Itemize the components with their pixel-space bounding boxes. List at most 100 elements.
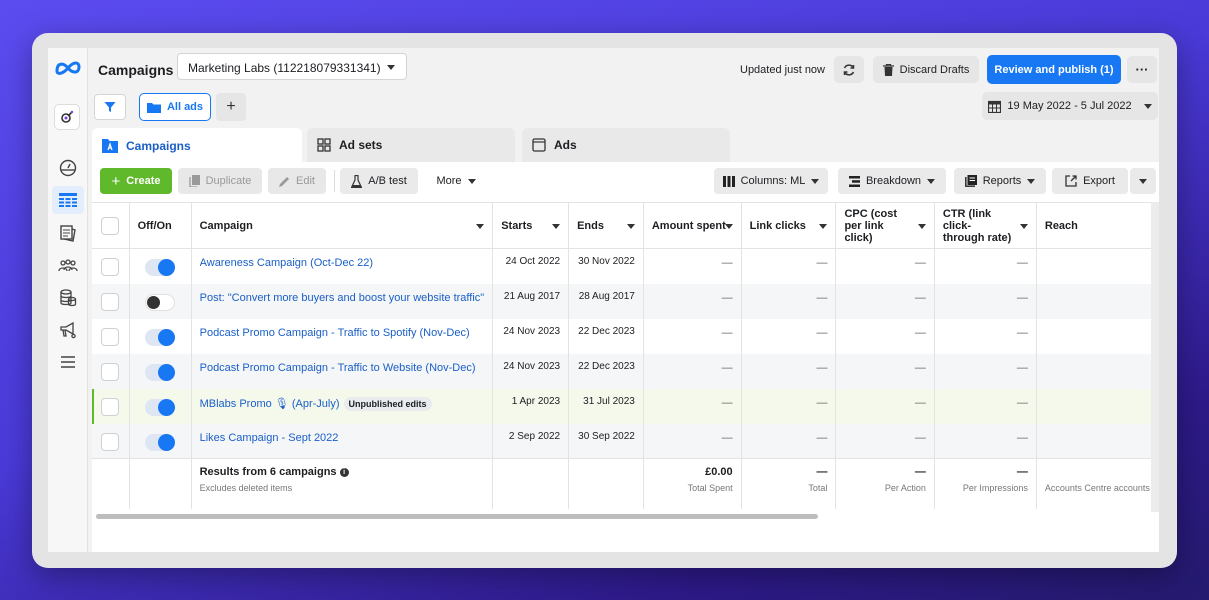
campaign-toggle[interactable] xyxy=(145,363,176,381)
reports-label: Reports xyxy=(982,175,1022,187)
table-row[interactable]: Awareness Campaign (Oct-Dec 22) 24 Oct 20… xyxy=(92,248,1159,284)
meta-logo-icon[interactable] xyxy=(54,58,82,78)
table-row[interactable]: Podcast Promo Campaign - Traffic to Spot… xyxy=(92,318,1159,354)
row-checkbox[interactable] xyxy=(101,327,120,346)
campaign-name-link[interactable]: Likes Campaign - Sept 2022 xyxy=(200,432,485,444)
account-selector[interactable]: Marketing Labs (112218079331341) xyxy=(177,53,407,80)
row-checkbox[interactable] xyxy=(101,292,120,311)
sort-caret-icon[interactable] xyxy=(917,224,926,229)
filter-button[interactable] xyxy=(94,94,126,120)
campaign-cell: MBlabs Promo 🎙 (Apr-July) Unpublished edi… xyxy=(191,388,494,424)
column-header-cpc[interactable]: CPC (cost per link click) xyxy=(835,202,935,249)
horizontal-scrollbar[interactable] xyxy=(96,514,818,519)
columns-dropdown[interactable]: Columns: ML xyxy=(714,168,828,194)
toggle-cell xyxy=(129,248,192,284)
tab-campaigns[interactable]: Campaigns xyxy=(92,128,302,164)
menu-hamburger-icon[interactable] xyxy=(56,350,80,374)
breakdown-dropdown[interactable]: Breakdown xyxy=(838,168,946,194)
campaigns-table-icon[interactable] xyxy=(52,186,84,214)
filter-icon xyxy=(104,102,116,112)
dashboard-gauge-icon[interactable] xyxy=(56,156,80,180)
more-dropdown[interactable]: More xyxy=(426,168,486,194)
reports-dropdown[interactable]: Reports xyxy=(954,168,1046,194)
megaphone-icon[interactable] xyxy=(56,318,80,342)
all-ads-button[interactable]: All ads xyxy=(139,93,211,121)
export-button[interactable]: Export xyxy=(1052,168,1128,194)
row-checkbox[interactable] xyxy=(101,258,120,276)
row-checkbox[interactable] xyxy=(101,432,120,451)
all-ads-label: All ads xyxy=(166,101,204,113)
info-icon[interactable]: i xyxy=(339,467,349,477)
campaign-name-link[interactable]: Podcast Promo Campaign - Traffic to Webs… xyxy=(200,362,485,374)
campaign-name-link[interactable]: Podcast Promo Campaign - Traffic to Spot… xyxy=(200,327,485,339)
ctr-cell: — xyxy=(934,388,1037,424)
column-header-link-clicks[interactable]: Link clicks xyxy=(741,202,837,249)
link-clicks-cell: — xyxy=(741,248,837,284)
campaigns-table: Off/On Campaign Starts Ends Amount spent… xyxy=(92,202,1159,509)
campaign-toggle[interactable] xyxy=(145,259,176,276)
export-label: Export xyxy=(1083,175,1115,187)
campaign-toggle[interactable] xyxy=(145,293,176,311)
table-row[interactable]: Likes Campaign - Sept 2022 2 Sep 2022 30 S… xyxy=(92,423,1159,459)
duplicate-label: Duplicate xyxy=(205,175,252,187)
ctr-cell: — xyxy=(934,353,1037,389)
date-range-picker[interactable]: 19 May 2022 - 5 Jul 2022 xyxy=(982,92,1158,120)
business-tools-icon[interactable] xyxy=(54,104,80,130)
table-header-row: Off/On Campaign Starts Ends Amount spent… xyxy=(92,202,1159,249)
column-header-ends[interactable]: Ends xyxy=(568,202,644,249)
table-row[interactable]: Podcast Promo Campaign - Traffic to Webs… xyxy=(92,353,1159,389)
review-and-publish-button[interactable]: Review and publish (1) xyxy=(987,55,1121,84)
campaign-name-link[interactable]: Post: "Convert more buyers and boost you… xyxy=(200,292,485,304)
amount-spent-cell: — xyxy=(643,283,742,319)
campaign-name-link[interactable]: Awareness Campaign (Oct-Dec 22) xyxy=(200,257,485,269)
column-header-amount-spent[interactable]: Amount spent xyxy=(643,202,742,249)
vertical-scrollbar[interactable] xyxy=(1151,202,1159,512)
sort-caret-icon[interactable] xyxy=(552,224,561,229)
pages-icon[interactable] xyxy=(56,221,80,245)
billing-icon[interactable] xyxy=(56,286,80,310)
campaign-toggle[interactable] xyxy=(145,328,176,346)
column-header-off-on[interactable]: Off/On xyxy=(129,202,192,249)
audiences-icon[interactable] xyxy=(56,254,80,278)
more-options-button[interactable]: ··· xyxy=(1127,56,1157,83)
reach-cell xyxy=(1036,248,1159,284)
table-row[interactable]: MBlabs Promo 🎙 (Apr-July) Unpublished edi… xyxy=(92,388,1159,424)
reports-icon xyxy=(964,175,977,187)
chevron-down-icon xyxy=(1143,103,1152,109)
duplicate-button[interactable]: Duplicate xyxy=(178,168,262,194)
row-select-cell xyxy=(92,388,130,424)
tab-ads[interactable]: Ads xyxy=(522,128,730,162)
reach-cell xyxy=(1036,283,1159,319)
sort-caret-icon[interactable] xyxy=(819,224,828,229)
sort-caret-icon[interactable] xyxy=(1019,224,1028,229)
sort-caret-icon[interactable] xyxy=(476,224,485,229)
edit-button[interactable]: Edit xyxy=(268,168,326,194)
tab-ad-sets[interactable]: Ad sets xyxy=(307,128,515,162)
select-all-checkbox[interactable] xyxy=(101,217,120,235)
campaign-name-link[interactable]: MBlabs Promo 🎙 (Apr-July) xyxy=(200,398,340,410)
create-button[interactable]: + Create xyxy=(100,168,172,194)
discard-drafts-button[interactable]: Discard Drafts xyxy=(873,56,979,83)
column-header-campaign[interactable]: Campaign xyxy=(191,202,494,249)
column-header-reach[interactable]: Reach xyxy=(1036,202,1159,249)
row-checkbox[interactable] xyxy=(101,362,120,381)
toggle-cell xyxy=(129,353,192,389)
campaigns-folder-icon xyxy=(102,139,118,153)
sort-caret-icon[interactable] xyxy=(626,224,635,229)
campaign-toggle[interactable] xyxy=(145,398,176,416)
ab-test-button[interactable]: A/B test xyxy=(340,168,418,194)
table-row[interactable]: Post: "Convert more buyers and boost you… xyxy=(92,283,1159,319)
sort-caret-icon[interactable] xyxy=(724,224,733,229)
add-view-button[interactable]: + xyxy=(216,93,246,121)
campaign-toggle[interactable] xyxy=(145,433,176,451)
refresh-button[interactable] xyxy=(834,56,864,83)
row-checkbox[interactable] xyxy=(101,397,120,416)
summary-cpc: — xyxy=(914,466,926,478)
column-header-starts[interactable]: Starts xyxy=(492,202,570,249)
ends-cell: 30 Nov 2022 xyxy=(568,248,644,284)
pencil-icon xyxy=(279,176,290,187)
column-header-label: Ends xyxy=(577,219,604,232)
column-header-ctr[interactable]: CTR (link click-through rate) xyxy=(934,202,1037,249)
export-options-dropdown[interactable] xyxy=(1130,168,1156,194)
summary-amount-cell: £0.00 Total Spent xyxy=(643,458,742,509)
